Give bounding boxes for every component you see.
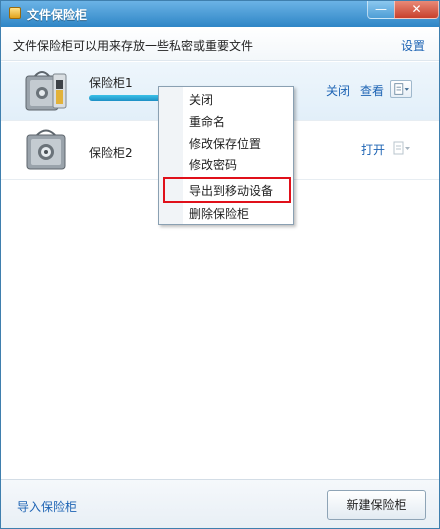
context-menu: 关闭 重命名 修改保存位置 修改密码 导出到移动设备 删除保险柜: [158, 86, 294, 225]
vault-window: 文件保险柜 — ✕ 文件保险柜可以用来存放一些私密或重要文件 设置 保险柜1 关…: [0, 0, 440, 529]
vault-locked-icon: [26, 129, 66, 170]
close-vault-link[interactable]: 关闭: [326, 82, 350, 99]
document-menu-icon[interactable]: [390, 80, 412, 98]
open-vault-link[interactable]: 打开: [361, 141, 385, 158]
description-bar: 文件保险柜可以用来存放一些私密或重要文件 设置: [1, 27, 439, 61]
close-window-button[interactable]: ✕: [394, 1, 439, 19]
menu-item-close[interactable]: 关闭: [189, 90, 289, 110]
document-menu-icon[interactable]: [390, 139, 412, 157]
new-vault-button[interactable]: 新建保险柜: [327, 490, 426, 520]
context-menu-gutter: [159, 87, 183, 224]
menu-item-rename[interactable]: 重命名: [189, 112, 289, 132]
vault-open-icon: [25, 71, 67, 111]
vault-name: 保险柜1: [89, 76, 133, 90]
footer-bar: 导入保险柜 新建保险柜: [1, 479, 439, 528]
window-title: 文件保险柜: [27, 8, 88, 22]
minimize-button[interactable]: —: [367, 1, 395, 19]
title-bar[interactable]: 文件保险柜 — ✕: [1, 1, 439, 27]
highlight-annotation: [163, 177, 291, 203]
settings-link[interactable]: 设置: [401, 37, 425, 54]
description-text: 文件保险柜可以用来存放一些私密或重要文件: [13, 39, 254, 53]
vault-name: 保险柜2: [89, 146, 133, 160]
menu-item-delete-vault[interactable]: 删除保险柜: [189, 204, 289, 224]
app-icon: [9, 7, 21, 19]
menu-item-change-password[interactable]: 修改密码: [189, 155, 289, 175]
menu-item-change-location[interactable]: 修改保存位置: [189, 134, 289, 154]
view-vault-link[interactable]: 查看: [360, 82, 384, 99]
import-vault-link[interactable]: 导入保险柜: [17, 498, 77, 515]
